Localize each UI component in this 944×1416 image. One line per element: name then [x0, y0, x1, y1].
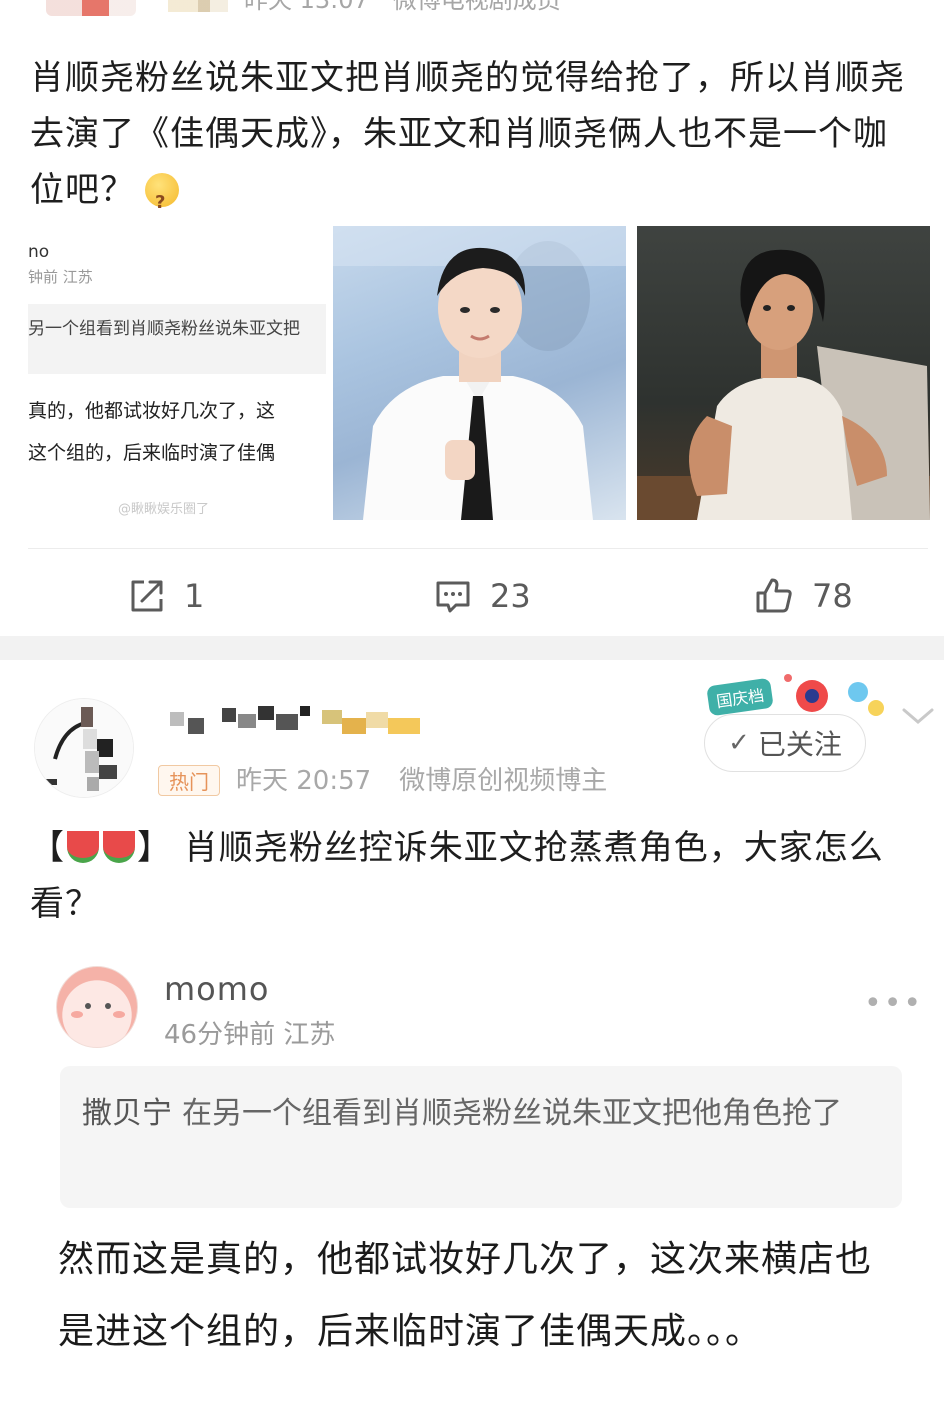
- thinking-face-icon: [145, 173, 179, 231]
- embedded-comment-screenshot[interactable]: momo 46分钟前 江苏 ••• 撒贝宁 在另一个组看到肖顺尧粉丝说朱亚文把他角…: [56, 960, 921, 1416]
- screenshot-time: 钟前 江苏: [28, 268, 93, 286]
- screenshot-body: 真的，他都试妆好几次了，这 这个组的，后来临时演了佳偶: [28, 390, 326, 474]
- screenshot-body-line2: 这个组的，后来临时演了佳偶: [28, 442, 276, 464]
- post-2-title: 【】 肖顺尧粉丝控诉朱亚文抢蒸煮角色，大家怎么看？: [30, 820, 920, 932]
- share-icon: [131, 580, 163, 612]
- avatar-blush-right: [113, 1011, 125, 1018]
- share-count: 1: [184, 577, 205, 615]
- title-bracket-left: 【: [30, 828, 65, 868]
- more-options-icon[interactable]: •••: [864, 986, 923, 1021]
- follow-button[interactable]: ✓ 已关注: [704, 714, 866, 772]
- watermelon-icon: [103, 831, 135, 863]
- post-image-actor-tank-top[interactable]: [637, 226, 930, 520]
- comment-icon: [436, 581, 470, 613]
- screenshot-watermark: @瞅瞅娱乐圈了: [118, 502, 210, 517]
- comment-username[interactable]: momo: [164, 970, 270, 1008]
- post-image-screenshot[interactable]: no 钟前 江苏 另一个组看到肖顺尧粉丝说朱亚文把 真的，他都试妆好几次了，这 …: [28, 226, 326, 520]
- like-button[interactable]: 78: [754, 568, 853, 624]
- share-button[interactable]: 1: [128, 568, 204, 624]
- screenshot-quote: 另一个组看到肖顺尧粉丝说朱亚文把: [28, 304, 326, 374]
- post-2-role: 微博原创视频博主: [399, 766, 608, 796]
- comment-avatar[interactable]: [56, 966, 138, 1048]
- comment-quote: 撒贝宁 在另一个组看到肖顺尧粉丝说朱亚文把他角色抢了: [60, 1066, 902, 1208]
- blurred-avatar[interactable]: [46, 0, 136, 16]
- post-card-1: 昨天 13:07 微博电视剧成员 肖顺尧粉丝说朱亚文把肖顺尧的觉得给抢了，所以肖顺…: [0, 0, 944, 636]
- post-image-actor-white-shirt[interactable]: [333, 226, 626, 520]
- hot-badge: 热门: [158, 765, 220, 796]
- like-count: 78: [812, 577, 853, 615]
- actor-white-shirt-illustration: [333, 226, 626, 520]
- check-icon: ✓: [728, 728, 750, 758]
- avatar-eye-right: [105, 1003, 111, 1009]
- post-2-time: 昨天 20:57: [236, 766, 372, 796]
- follow-label: 已关注: [757, 728, 842, 761]
- title-bracket-right: 】: [137, 828, 172, 868]
- post-card-2: 热门 昨天 20:57 微博原创视频博主 国庆档 ✓ 已关注 【】 肖顺尧粉丝控诉朱亚…: [0, 660, 944, 1416]
- screenshot-body-line1: 真的，他都试妆好几次了，这: [28, 400, 276, 422]
- quote-text: 在另一个组看到肖顺尧粉丝说朱亚文把他角色抢了: [182, 1096, 842, 1131]
- avatar-blush-left: [71, 1011, 83, 1018]
- post-1-action-bar: 1 23 78: [0, 568, 944, 624]
- thumbs-up-icon: [756, 578, 792, 613]
- comment-button[interactable]: 23: [434, 568, 531, 624]
- post-1-header: 昨天 13:07 微博电视剧成员: [0, 0, 944, 18]
- post-1-image-grid: no 钟前 江苏 另一个组看到肖顺尧粉丝说朱亚文把 真的，他都试妆好几次了，这 …: [28, 226, 930, 522]
- quote-username[interactable]: 撒贝宁: [82, 1096, 172, 1131]
- divider: [28, 548, 928, 549]
- blurred-username[interactable]: [166, 704, 422, 740]
- comment-count: 23: [490, 577, 531, 615]
- comment-time: 46分钟前 江苏: [164, 1020, 336, 1050]
- chevron-down-icon[interactable]: [900, 704, 936, 728]
- comment-body: 然而这是真的，他都试妆好几次了，这次来横店也是进这个组的，后来临时演了佳偶天成。…: [58, 1239, 873, 1352]
- blurred-username[interactable]: [168, 0, 228, 12]
- feed-separator: [0, 636, 944, 660]
- post-2-meta: 热门 昨天 20:57 微博原创视频博主: [158, 760, 607, 797]
- pixelated-avatar-image: [35, 699, 133, 797]
- avatar-eye-left: [85, 1003, 91, 1009]
- post-1-text: 肖顺尧粉丝说朱亚文把肖顺尧的觉得给抢了，所以肖顺尧去演了《佳偶天成》，朱亚文和肖…: [30, 50, 914, 231]
- actor-tank-top-illustration: [637, 249, 930, 520]
- post-1-source: 微博电视剧成员: [392, 0, 561, 14]
- watermelon-icon: [67, 831, 99, 863]
- screenshot-username: no: [28, 242, 50, 262]
- avatar[interactable]: [34, 698, 134, 798]
- post-1-meta: 昨天 13:07 微博电视剧成员: [244, 0, 585, 15]
- post-1-time: 昨天 13:07: [244, 0, 369, 14]
